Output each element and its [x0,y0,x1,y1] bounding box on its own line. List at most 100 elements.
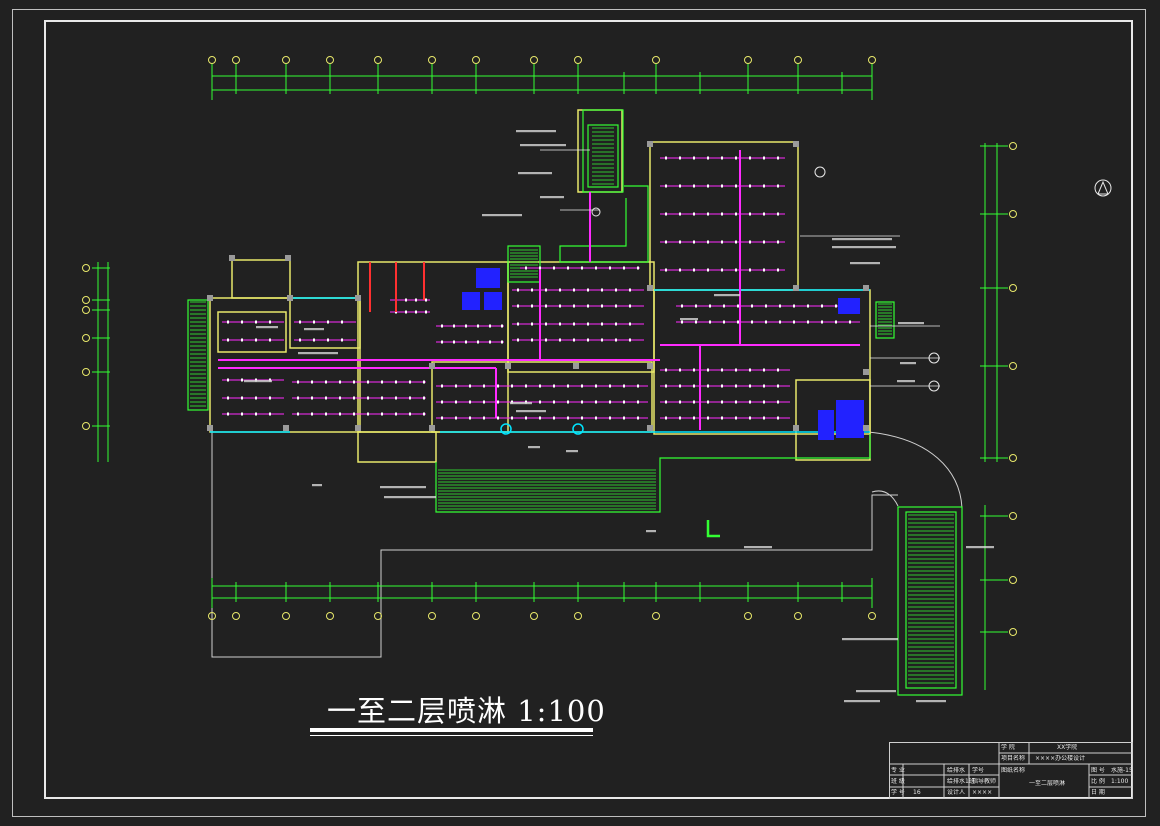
annotation-mark [898,322,924,325]
sprinkler-head [595,416,597,420]
sprinkler-head [695,304,697,308]
sprinkler-head [615,288,617,292]
left-axis-markers [82,264,110,430]
sprinkler-head [723,320,725,324]
sprinkler-head [693,384,695,388]
sprinkler-head [629,304,631,308]
sprinkler-head [469,400,471,404]
drawing-name-label: 图纸名称 [1001,767,1026,774]
sprinkler-head [693,416,695,420]
sprinkler-head [763,416,765,420]
sprinkler-head [395,396,397,400]
axis-bubble [744,56,752,64]
axis-bubble [744,612,752,620]
sprinkler-head [325,396,327,400]
annotation-mark [832,238,892,241]
column [793,285,799,291]
sprinkler-head [581,266,583,270]
sprinkler-head [601,338,603,342]
sprinkler-head [679,156,681,160]
annotation-mark [516,130,556,133]
sprinkler-head [483,384,485,388]
sprinkler-head [763,368,765,372]
axis-bubble [868,612,876,620]
sprinkler-head [821,304,823,308]
sprinkler-head [227,320,229,324]
sprinkler-head [441,384,443,388]
axis-bubble [1009,362,1017,370]
column [793,425,799,431]
sprinkler-head [735,184,737,188]
sprinkler-head [567,266,569,270]
sprinkler-head [665,400,667,404]
sprinkler-head [679,184,681,188]
sprinkler-head [559,288,561,292]
sprinkler-head [297,380,299,384]
sprinkler-head [241,338,243,342]
sprinkler-head [665,240,667,244]
project-value: ××××办公楼设计 [1035,755,1086,762]
sprinkler-head [777,384,779,388]
axis-bubble [82,306,90,314]
sprinkler-head [297,412,299,416]
axis-bubble [82,422,90,430]
sprinkler-head [409,396,411,400]
sprinkler-head [707,156,709,160]
sprinkler-head [693,268,695,272]
axis-bubble [574,612,582,620]
sprinkler-head [423,396,425,400]
student-no-label: 学号 [972,767,985,774]
sprinkler-head [709,304,711,308]
sprinkler-head [749,416,751,420]
sprinkler-head [497,384,499,388]
annotation-mark [566,450,578,453]
sprinkler-head [749,156,751,160]
sprinkler-head [395,412,397,416]
sprinkler-head [679,212,681,216]
sprinkler-head [255,412,257,416]
sprinkler-head [587,322,589,326]
sprinkler-head [707,384,709,388]
annotation-mark [744,546,772,549]
column [647,141,653,147]
sprinkler-head [255,396,257,400]
sprinkler-head [497,400,499,404]
sprinkler-head [629,322,631,326]
sprinkler-head [693,184,695,188]
axis-bubble [530,612,538,620]
title-underline-thin [310,735,593,736]
column [355,425,361,431]
sprinkler-head [777,240,779,244]
sprinkler-head [545,338,547,342]
north-arrow-icon [1094,179,1112,197]
sprinkler-head [341,338,343,342]
fire-pump-room [462,268,864,440]
axis-bubble [232,612,240,620]
annotation-mark [482,214,522,217]
sprinkler-head [777,184,779,188]
scale-label: 比 例 [1091,778,1105,785]
axis-bubble [282,612,290,620]
sprinkler-head [539,266,541,270]
sprinkler-head [679,368,681,372]
sprinkler-head [665,212,667,216]
axis-bubble [374,56,382,64]
sprinkler-head [353,380,355,384]
title-block: 学 院 XX学院 项目名称 ××××办公楼设计 专 业 给排水 学号 图纸名称 … [889,742,1133,799]
axis-bubble [574,56,582,64]
axis-bubble [472,612,480,620]
sprinkler-head [735,400,737,404]
axis-bubble [794,56,802,64]
axis-bubble [428,612,436,620]
column [355,295,361,301]
sprinkler-head [763,156,765,160]
sprinkler-head [609,400,611,404]
sprinkler-head [623,266,625,270]
sprinkler-head [587,338,589,342]
sprinkler-head [735,212,737,216]
sprinkler-head [425,298,427,302]
class-value: 给排水1班 [947,778,975,785]
axis-bubble [530,56,538,64]
column [207,425,213,431]
sprinkler-head [777,368,779,372]
